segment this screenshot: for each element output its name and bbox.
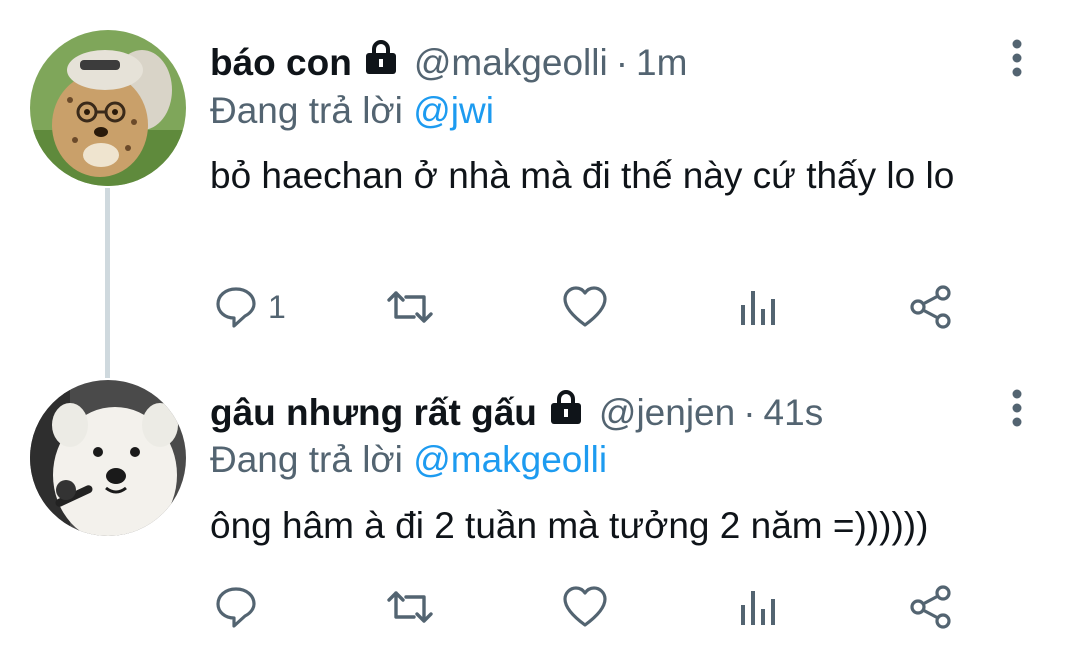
- analytics-icon: [741, 591, 775, 625]
- tweet-header: báo con @makgeolli · 1m: [210, 38, 687, 87]
- share-icon: [910, 285, 951, 329]
- heart-icon: [563, 286, 607, 327]
- display-name[interactable]: gâu nhưng rất gấu: [210, 390, 537, 436]
- retweet-button[interactable]: [386, 282, 434, 332]
- reply-button[interactable]: [214, 582, 268, 632]
- share-button[interactable]: [908, 582, 954, 632]
- user-handle[interactable]: @makgeolli: [414, 40, 608, 86]
- cheetah-cub-avatar: [30, 30, 186, 186]
- retweet-icon: [387, 291, 433, 323]
- timestamp[interactable]: 41s: [764, 390, 824, 436]
- user-handle[interactable]: @jenjen: [599, 390, 735, 436]
- more-options-icon[interactable]: [1002, 37, 1032, 83]
- reply-count: 1: [268, 288, 286, 325]
- action-bar: 1: [210, 282, 970, 332]
- reply-mention-link[interactable]: @jwi: [413, 90, 494, 131]
- heart-icon: [563, 586, 607, 627]
- reply-button[interactable]: 1: [214, 282, 286, 332]
- more-options-icon[interactable]: [1002, 387, 1032, 433]
- reply-mention-link[interactable]: @makgeolli: [413, 439, 607, 480]
- action-bar: [210, 582, 970, 632]
- samoyed-dog-avatar: [30, 380, 186, 536]
- reply-prefix: Đang trả lời: [210, 439, 403, 480]
- reply-context: Đang trả lời @jwi: [210, 88, 494, 134]
- lock-icon: [362, 38, 400, 87]
- separator-dot: ·: [615, 41, 629, 83]
- share-icon: [910, 585, 951, 629]
- reply-prefix: Đang trả lời: [210, 90, 403, 131]
- reply-icon: [216, 287, 256, 328]
- retweet-button[interactable]: [386, 582, 434, 632]
- tweet-text: bỏ haechan ở nhà mà đi thế này cứ thấy l…: [210, 155, 955, 196]
- analytics-button[interactable]: [738, 582, 778, 632]
- like-button[interactable]: [562, 282, 608, 332]
- avatar-dog[interactable]: [30, 380, 186, 536]
- display-name[interactable]: báo con: [210, 40, 352, 86]
- lock-icon: [547, 388, 585, 437]
- retweet-icon: [387, 591, 433, 623]
- analytics-icon: [741, 291, 775, 325]
- analytics-button[interactable]: [738, 282, 778, 332]
- tweet-text: ông hâm à đi 2 tuần mà tưởng 2 năm =))))…: [210, 505, 929, 546]
- reply-context: Đang trả lời @makgeolli: [210, 437, 607, 483]
- share-button[interactable]: [908, 282, 954, 332]
- timestamp[interactable]: 1m: [636, 40, 687, 86]
- reply-icon: [216, 587, 256, 628]
- thread-connector-line: [105, 188, 110, 378]
- like-button[interactable]: [562, 582, 608, 632]
- separator-dot: ·: [743, 391, 756, 433]
- tweet-header: gâu nhưng rất gấu @jenjen · 41s: [210, 388, 823, 437]
- avatar-cheetah[interactable]: [30, 30, 186, 186]
